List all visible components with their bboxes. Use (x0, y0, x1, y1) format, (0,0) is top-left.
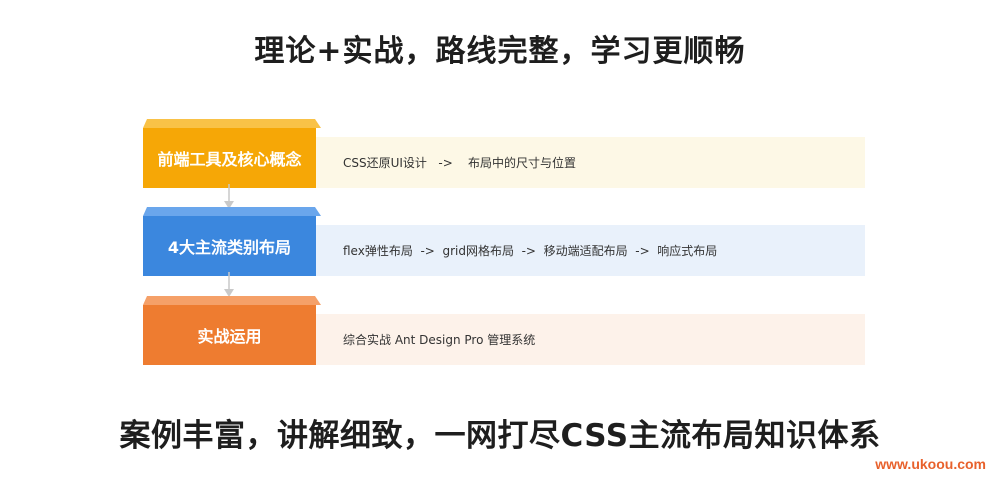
roadmap-row-layouts: 4大主流类别布局 flex弹性布局 -> grid网格布局 -> 移动端适配布局… (143, 207, 865, 276)
row-content: flex弹性布局 -> grid网格布局 -> 移动端适配布局 -> 响应式布局 (316, 225, 865, 276)
row-label-text: 4大主流类别布局 (167, 238, 292, 257)
roadmap-row-tools: 前端工具及核心概念 CSS还原UI设计 -> 布局中的尺寸与位置 (143, 119, 865, 188)
row-content: CSS还原UI设计 -> 布局中的尺寸与位置 (316, 137, 865, 188)
footer-title: 案例丰富，讲解细致，一网打尽CSS主流布局知识体系 (119, 418, 881, 454)
arrow-down-icon (224, 272, 234, 297)
row-label: 实战运用 (143, 296, 321, 365)
label-tab (143, 207, 321, 216)
page-title: 理论+实战，路线完整，学习更顺畅 (254, 34, 746, 69)
row-label: 前端工具及核心概念 (143, 119, 321, 188)
roadmap-row-practice: 实战运用 综合实战 Ant Design Pro 管理系统 (143, 296, 865, 365)
label-tab (143, 296, 321, 305)
row-label-text: 前端工具及核心概念 (157, 150, 302, 169)
arrow-down-icon (224, 184, 234, 209)
row-label-text: 实战运用 (197, 327, 262, 346)
site-watermark: www.ukoou.com (875, 456, 986, 472)
row-content: 综合实战 Ant Design Pro 管理系统 (316, 314, 865, 365)
row-label: 4大主流类别布局 (143, 207, 321, 276)
label-tab (143, 119, 321, 128)
